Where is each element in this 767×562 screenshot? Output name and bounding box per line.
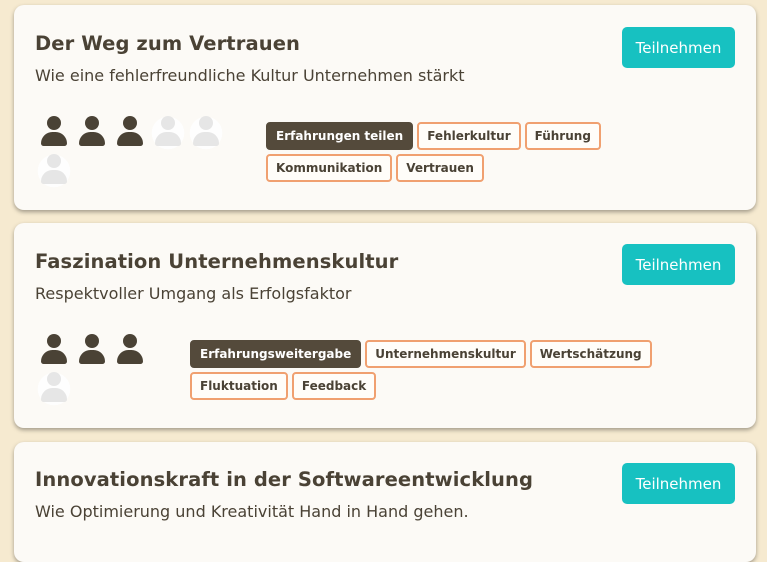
participants xyxy=(35,114,235,190)
join-button[interactable]: Teilnehmen xyxy=(622,463,735,504)
participant-icon xyxy=(111,332,149,370)
tag-chip[interactable]: Fluktuation xyxy=(190,372,288,400)
empty-seat-icon xyxy=(187,114,225,152)
participant-icon xyxy=(111,114,149,152)
empty-seat-icon xyxy=(35,370,73,408)
event-subtitle: Wie eine fehlerfreundliche Kultur Untern… xyxy=(35,66,465,85)
event-subtitle: Wie Optimierung und Kreativität Hand in … xyxy=(35,502,469,521)
tag-list: Erfahrungen teilen Fehlerkultur Führung … xyxy=(266,122,686,182)
tag-chip[interactable]: Unternehmenskultur xyxy=(365,340,526,368)
tag-list: Erfahrungsweitergabe Unternehmenskultur … xyxy=(190,340,690,400)
participant-icon xyxy=(35,114,73,152)
participants xyxy=(35,332,155,408)
tag-chip[interactable]: Feedback xyxy=(291,372,377,400)
participant-icon xyxy=(35,332,73,370)
tag-chip[interactable]: Fehlerkultur xyxy=(417,122,521,150)
tag-chip[interactable]: Vertrauen xyxy=(396,154,484,182)
event-card: Innovationskraft in der Softwareentwickl… xyxy=(14,442,756,562)
tag-chip[interactable]: Erfahrungsweitergabe xyxy=(190,340,362,368)
event-subtitle: Respektvoller Umgang als Erfolgsfaktor xyxy=(35,284,352,303)
tag-chip[interactable]: Erfahrungen teilen xyxy=(266,122,414,150)
participant-icon xyxy=(73,332,111,370)
event-title: Der Weg zum Vertrauen xyxy=(35,32,300,55)
tag-chip[interactable]: Wertschätzung xyxy=(529,340,652,368)
event-card: Der Weg zum Vertrauen Wie eine fehlerfre… xyxy=(14,5,756,210)
tag-chip[interactable]: Führung xyxy=(524,122,601,150)
join-button[interactable]: Teilnehmen xyxy=(622,27,735,68)
event-title: Innovationskraft in der Softwareentwickl… xyxy=(35,468,534,491)
event-title: Faszination Unternehmenskultur xyxy=(35,250,399,273)
event-card: Faszination Unternehmenskultur Respektvo… xyxy=(14,223,756,428)
tag-chip[interactable]: Kommunikation xyxy=(266,154,393,182)
empty-seat-icon xyxy=(149,114,187,152)
empty-seat-icon xyxy=(35,152,73,190)
participant-icon xyxy=(73,114,111,152)
join-button[interactable]: Teilnehmen xyxy=(622,244,735,285)
